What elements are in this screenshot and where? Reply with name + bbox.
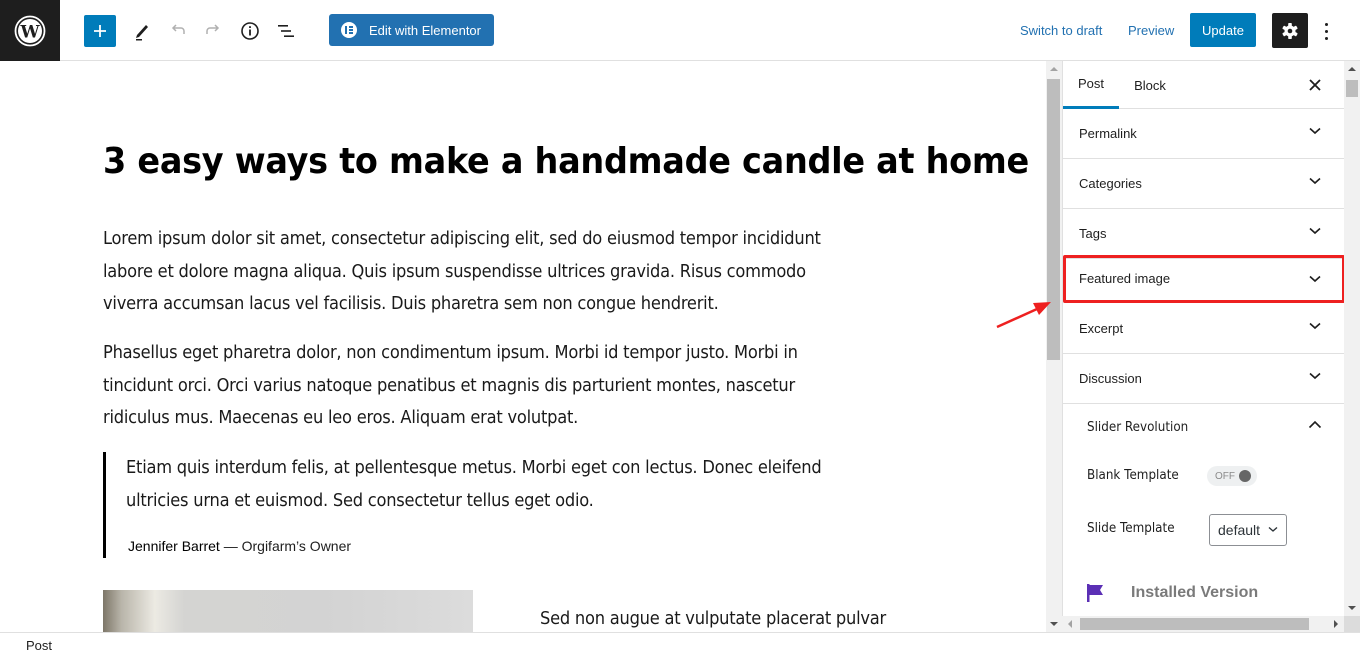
slider-revolution-panel: Slider Revolution Blank Template OFF Sli… [1063,404,1344,616]
add-block-button[interactable] [84,15,116,47]
paragraph-line: labore et dolore magna aliqua. Quis ipsu… [103,261,806,282]
panel-categories[interactable]: Categories [1063,159,1344,209]
panel-featured-image[interactable]: Featured image [1063,255,1344,303]
quote-author-role: — Orgifarm’s Owner [219,538,352,554]
sidebar-horizontal-scrollbar[interactable] [1062,616,1344,632]
redo-button[interactable] [197,15,229,47]
scroll-down-arrow-icon[interactable] [1050,622,1058,626]
panel-title: Discussion [1079,371,1142,386]
info-icon [241,22,259,40]
editor-footer: Post [0,632,1360,655]
elementor-icon [341,22,357,38]
scrollbar-corner [1344,616,1360,632]
annotation-arrow-icon [996,302,1051,329]
quote-line: ultricies urna et euismod. Sed consectet… [126,490,594,511]
undo-button[interactable] [162,15,194,47]
slider-revolution-title: Slider Revolution [1087,420,1189,435]
paragraph-line: ridiculus mus. Maecenas eu leo eros. Ali… [103,408,579,428]
tab-block[interactable]: Block [1123,61,1177,109]
scroll-right-arrow-icon[interactable] [1334,620,1338,628]
settings-sidebar: Post Block Permalink Categories Tags Fea… [1062,61,1344,616]
quote-author: Jennifer Barret [128,538,220,554]
breadcrumb-post[interactable]: Post [26,638,52,653]
blank-template-label: Blank Template [1087,468,1179,483]
toggle-state: OFF [1215,470,1235,482]
preview-button[interactable]: Preview [1128,23,1174,38]
panel-excerpt[interactable]: Excerpt [1063,304,1344,354]
tab-post[interactable]: Post [1063,61,1119,109]
scroll-up-arrow-icon[interactable] [1348,67,1356,71]
panel-title: Tags [1079,226,1107,241]
quote-text: Etiam quis interdum felis, at pellentesq… [126,452,966,517]
undo-icon [171,24,185,34]
slide-template-select[interactable]: default [1209,514,1287,546]
chevron-down-icon [1309,227,1321,235]
scroll-up-arrow-icon[interactable] [1050,67,1058,71]
panel-title: Categories [1079,176,1142,191]
panel-title: Excerpt [1079,321,1124,336]
panel-title: Featured image [1079,271,1171,286]
panel-permalink[interactable]: Permalink [1063,109,1344,159]
slide-template-label: Slide Template [1087,521,1175,536]
chevron-down-icon [1309,177,1321,185]
installed-version: Installed Version [1087,584,1258,602]
paragraph-block[interactable]: Lorem ipsum dolor sit amet, consectetur … [103,223,943,321]
panel-tags[interactable]: Tags [1063,209,1344,259]
more-options-button[interactable] [1318,17,1334,45]
chevron-up-icon[interactable] [1308,420,1322,429]
quote-citation: Jennifer Barret — Orgifarm’s Owner [128,538,351,554]
plus-icon [94,25,106,37]
flag-icon [1087,584,1103,602]
quote-line: Etiam quis interdum felis, at pellentesq… [126,458,822,478]
panel-discussion[interactable]: Discussion [1063,354,1344,404]
list-view-icon [278,25,294,37]
scroll-left-arrow-icon[interactable] [1068,620,1072,628]
scroll-down-arrow-icon[interactable] [1348,606,1356,610]
paragraph-line: tincidunt orci. Orci varius natoque pena… [103,375,795,396]
toggle-knob [1239,470,1251,482]
switch-to-draft-button[interactable]: Switch to draft [1020,23,1102,38]
scrollbar-thumb[interactable] [1080,618,1309,630]
chevron-down-icon [1309,127,1321,135]
media-text-paragraph[interactable]: Sed non augue at vulputate placerat pulv… [540,609,886,629]
quote-block[interactable]: Etiam quis interdum felis, at pellentesq… [103,452,943,558]
wordpress-icon: W [14,15,46,46]
sidebar-vertical-scrollbar[interactable] [1344,61,1360,616]
chevron-down-icon [1309,275,1321,283]
paragraph-line: Phasellus eget pharetra dolor, non condi… [103,343,798,363]
post-title[interactable]: 3 easy ways to make a handmade candle at… [103,141,1029,182]
editor-header: W Edit with Elementor Switch to draft Pr… [0,0,1360,61]
svg-text:W: W [19,22,40,42]
list-view-button[interactable] [270,15,302,47]
scrollbar-thumb[interactable] [1346,80,1358,97]
chevron-down-icon [1309,322,1321,330]
chevron-down-icon [1268,526,1278,532]
wordpress-logo-button[interactable]: W [0,0,60,61]
tools-button[interactable] [126,15,158,47]
blank-template-toggle[interactable]: OFF [1207,466,1257,486]
close-sidebar-button[interactable] [1303,73,1327,97]
update-button[interactable]: Update [1190,13,1256,47]
paragraph-line: Lorem ipsum dolor sit amet, consectetur … [103,229,821,249]
editor-canvas[interactable]: 3 easy ways to make a handmade candle at… [0,61,1046,632]
close-icon [1309,79,1321,91]
paragraph-block[interactable]: Phasellus eget pharetra dolor, non condi… [103,337,943,435]
paragraph-line: viverra accumsan lacus vel facilisis. Du… [103,294,719,314]
redo-icon [206,24,220,34]
gear-icon [1282,22,1298,39]
chevron-down-icon [1309,372,1321,380]
settings-button[interactable] [1272,13,1308,48]
details-button[interactable] [234,15,266,47]
sidebar-tabs: Post Block [1063,61,1344,109]
more-vertical-icon [1324,22,1328,26]
image-block[interactable] [103,590,473,632]
panel-title: Permalink [1079,126,1137,141]
edit-with-elementor-button[interactable]: Edit with Elementor [329,14,494,46]
editor-scrollbar[interactable] [1046,61,1062,632]
pencil-icon [136,25,148,41]
installed-version-label: Installed Version [1131,584,1259,601]
slide-template-value: default [1218,522,1261,538]
elementor-button-label: Edit with Elementor [369,22,481,38]
